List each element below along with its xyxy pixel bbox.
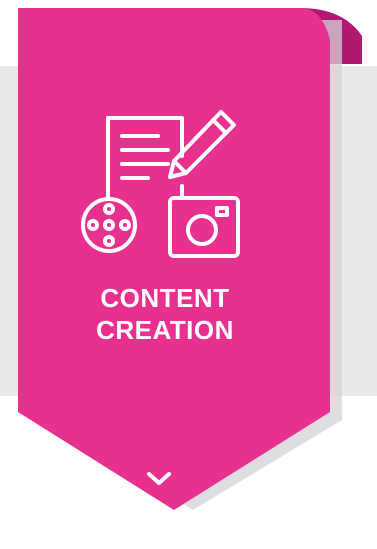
document-icon <box>106 116 184 198</box>
film-reel-icon <box>81 197 137 253</box>
card-title-line-2: CREATION <box>96 315 234 345</box>
content-creation-icon <box>74 108 244 260</box>
content-creation-card: CONTENT CREATION <box>0 0 377 544</box>
card-title-line-1: CONTENT <box>100 283 230 313</box>
camera-icon <box>168 196 240 258</box>
card-title: CONTENT CREATION <box>34 282 296 346</box>
pencil-icon <box>168 110 236 179</box>
chevron-down-icon[interactable] <box>145 470 173 488</box>
card-artwork <box>0 8 377 510</box>
